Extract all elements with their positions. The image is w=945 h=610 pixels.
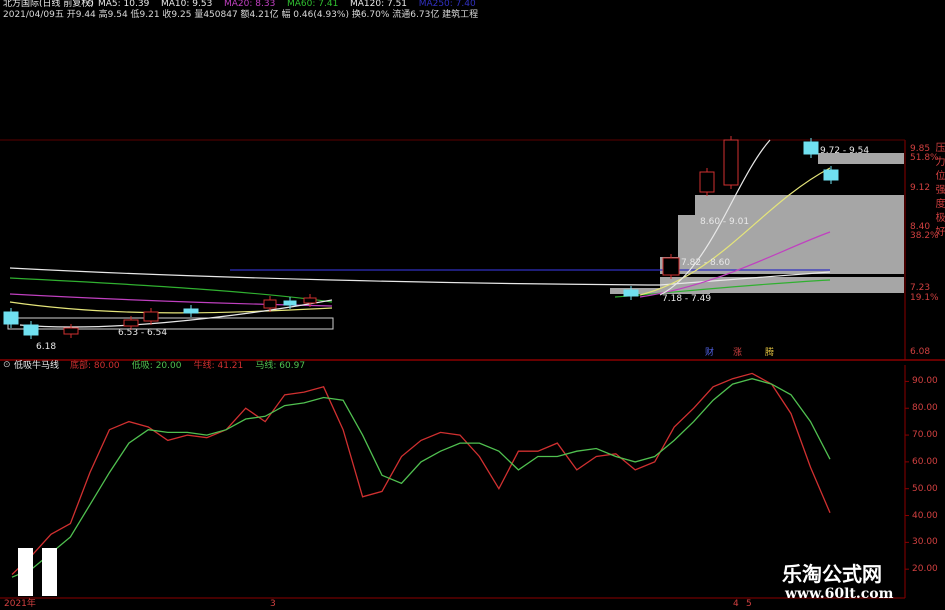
candle-body [63, 327, 79, 335]
indicator-axis-label: 80.00 [912, 403, 938, 414]
zone-label: 8.60 - 9.01 [700, 217, 750, 227]
candle-body [803, 141, 819, 155]
indicator-axis-label: 50.00 [912, 483, 938, 494]
zone-label: 9.72 - 9.54 [820, 146, 870, 156]
candle-body [143, 311, 159, 322]
candle-body [3, 311, 19, 325]
zone-label: 6.53 - 6.54 [118, 328, 168, 338]
indicator-axis-label: 60.00 [912, 456, 938, 467]
candle-body [263, 299, 277, 309]
tag-item: 腾 [765, 348, 775, 358]
date-label: 5 [746, 599, 752, 609]
indicator-axis-label: 20.00 [912, 564, 938, 575]
candle-body [699, 171, 715, 193]
indicator-legend-item: 牛线: 41.21 [193, 361, 244, 371]
price-axis-label: 6.08 [910, 347, 931, 357]
zone-label: 7.82 - 8.60 [681, 258, 731, 268]
indicator-axis-label: 70.00 [912, 430, 938, 441]
indicator-panel-icon[interactable]: ⊙ [3, 360, 11, 371]
horse-line [11, 378, 831, 578]
candle-body [183, 308, 199, 314]
candle-body [623, 289, 639, 297]
zone-label: 7.18 - 7.49 [662, 294, 712, 304]
candle-body [662, 257, 680, 276]
side-text: 压力位强度极好 [933, 142, 944, 240]
candle-body [23, 324, 39, 336]
bull-line [11, 372, 831, 575]
indicator-axis-label: 30.00 [912, 537, 938, 548]
candle-body [823, 169, 839, 181]
indicator-title: 低吸牛马线 [14, 361, 60, 371]
price-axis-label: 19.1% [910, 293, 939, 303]
candle-body [283, 300, 297, 306]
candle-body [723, 139, 739, 186]
date-label: 3 [270, 599, 276, 609]
candle-body [303, 297, 317, 304]
chart-canvas[interactable] [0, 0, 945, 609]
tag-item: 涨 [733, 348, 743, 358]
indicator-legend-item: 低吸: 20.00 [131, 361, 182, 371]
indicator-axis-label: 90.00 [912, 376, 938, 387]
price-axis-label: 9.12 [910, 183, 931, 193]
tag-item: 财 [705, 348, 715, 358]
indicator-axis-label: 40.00 [912, 510, 938, 521]
date-label: 4 [733, 599, 739, 609]
ma60-line-left [9, 277, 333, 303]
indicator-legend-item: 马线: 60.97 [255, 361, 306, 371]
zone-label: 6.18 [36, 342, 57, 352]
date-label: 2021年 [4, 599, 36, 609]
watermark-title: 乐淘公式网 [782, 562, 882, 586]
indicator-legend-item: 底部: 80.00 [70, 361, 120, 371]
watermark-url: www.60lt.com [785, 586, 894, 602]
pause-icon[interactable] [18, 548, 62, 596]
candle-body [123, 319, 139, 327]
